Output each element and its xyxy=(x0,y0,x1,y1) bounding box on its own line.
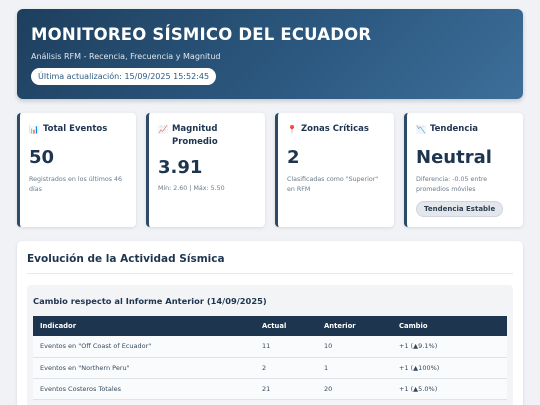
table-row: Eventos Costeros Totales 21 20 +1 (▲5.0%… xyxy=(33,378,507,400)
card-title: Magnitud Promedio xyxy=(171,124,218,147)
card-value: 2 xyxy=(287,147,300,168)
column-header: Actual xyxy=(262,322,287,330)
table-cell: +1 (▲9.1%) xyxy=(392,336,507,358)
comparison-table: Indicador Actual Anterior Cambio Eventos… xyxy=(33,316,507,400)
chart-icon: 📊 xyxy=(29,125,39,134)
comparison-panel: Cambio respecto al Informe Anterior (14/… xyxy=(27,285,513,405)
card-title: Zonas Críticas xyxy=(300,124,369,134)
table-cell: +1 (▲5.0%) xyxy=(392,378,507,400)
card-note: Registrados en los últimos 46 días xyxy=(29,176,123,193)
section-title: Evolución de la Actividad Sísmica xyxy=(27,253,513,274)
pin-icon: 📍 xyxy=(287,125,297,134)
table-cell: Eventos en "Off Coast of Ecuador" xyxy=(33,336,255,358)
card-note: Diferencia: -0.05 entre promedios móvile… xyxy=(416,176,488,193)
trending-up-icon: 📈 xyxy=(158,125,168,134)
column-header: Indicador xyxy=(40,322,77,330)
card-title: Total Eventos xyxy=(42,124,108,134)
card-title: Tendencia xyxy=(429,124,479,134)
table-cell: 20 xyxy=(317,378,392,400)
comparison-title: Cambio respecto al Informe Anterior (14/… xyxy=(33,296,267,306)
column-header: Cambio xyxy=(399,322,428,330)
card-tendencia: 📉 Tendencia Neutral Diferencia: -0.05 en… xyxy=(404,113,523,227)
page-subtitle: Análisis RFM - Recencia, Frecuencia y Ma… xyxy=(31,52,221,61)
card-total-eventos: 📊 Total Eventos 50 Registrados en los úl… xyxy=(17,113,136,227)
last-updated-badge: Última actualización: 15/09/2025 15:52:4… xyxy=(31,68,217,85)
trend-status-badge: Tendencia Estable xyxy=(416,201,504,217)
column-header: Anterior xyxy=(324,322,356,330)
table-header-row: Indicador Actual Anterior Cambio xyxy=(33,316,507,336)
trending-down-icon: 📉 xyxy=(416,125,426,134)
card-value: Neutral xyxy=(416,147,492,168)
card-value: 50 xyxy=(29,147,55,168)
table-cell: 21 xyxy=(255,378,317,400)
table-cell: 1 xyxy=(317,357,392,379)
card-zonas-criticas: 📍 Zonas Críticas 2 Clasificadas como "Su… xyxy=(275,113,394,227)
page-title: MONITOREO SÍSMICO DEL ECUADOR xyxy=(31,25,372,44)
table-cell: Eventos en "Northern Peru" xyxy=(33,357,255,379)
table-cell: 10 xyxy=(317,336,392,358)
card-note: Mín: 2.60 | Máx: 5.50 xyxy=(158,185,225,192)
table-row: Eventos en "Off Coast of Ecuador" 11 10 … xyxy=(33,336,507,358)
table-cell: 2 xyxy=(255,357,317,379)
dashboard-header: MONITOREO SÍSMICO DEL ECUADOR Análisis R… xyxy=(17,9,523,99)
table-cell: +1 (▲100%) xyxy=(392,357,507,379)
table-cell: Eventos Costeros Totales xyxy=(33,378,255,400)
table-cell: 11 xyxy=(255,336,317,358)
evolution-section: Evolución de la Actividad Sísmica Cambio… xyxy=(17,241,523,405)
card-magnitud-promedio: 📈 Magnitud Promedio 3.91 Mín: 2.60 | Máx… xyxy=(146,113,265,227)
table-row: Eventos en "Northern Peru" 2 1 +1 (▲100%… xyxy=(33,357,507,379)
card-value: 3.91 xyxy=(158,157,203,178)
card-note: Clasificadas como "Superior" en RFM xyxy=(287,176,379,193)
